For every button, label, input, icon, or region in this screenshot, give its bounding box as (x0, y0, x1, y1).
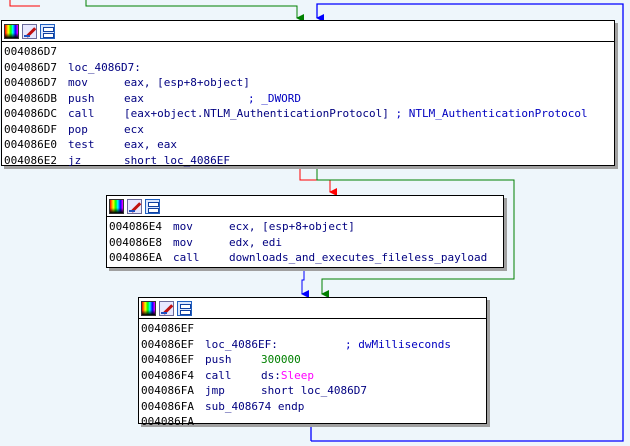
graph-icon[interactable] (145, 198, 160, 214)
address: 004086DF (4, 122, 57, 136)
api-name[interactable]: Sleep (281, 369, 314, 382)
comment: ; _DWORD (248, 91, 301, 105)
label[interactable]: loc_4086D7: (68, 61, 141, 74)
mnemonic: mov (173, 235, 193, 249)
operand[interactable]: short loc_4086D7 (261, 384, 367, 397)
address: 004086DC (4, 107, 57, 120)
operand[interactable]: [eax+object.NTLM_AuthenticationProtocol] (124, 107, 389, 120)
mnemonic: test (68, 138, 95, 151)
code-block-loc-4086ef[interactable]: 004086EF 004086EF loc_4086EF:; dwMillisec… (138, 297, 487, 428)
block-lines: 004086E4 mov ecx, [esp+8+object] 004086E8 m… (107, 217, 503, 266)
mnemonic: call (68, 107, 95, 120)
operand[interactable]: downloads_and_executes_fileless_payload (229, 251, 487, 264)
mnemonic: push (205, 353, 232, 366)
mnemonic: pop (68, 122, 88, 136)
mnemonic: call (205, 368, 232, 382)
edge-blue-fallthrough (301, 268, 309, 298)
operand[interactable]: ecx (124, 123, 144, 136)
block-titlebar (107, 196, 503, 217)
asm-line[interactable]: 004086E0 test eax, eax (4, 137, 614, 153)
comment: ; NTLM_AuthenticationProtocol (395, 107, 588, 120)
palette-icon[interactable] (4, 23, 19, 39)
mnemonic: push (68, 91, 95, 105)
address: 004086E2 (4, 153, 57, 167)
operand[interactable]: eax, eax (124, 138, 177, 151)
address: 004086D7 (4, 60, 57, 74)
mnemonic: call (173, 251, 200, 264)
mnemonic: mov (173, 220, 193, 233)
operand[interactable]: eax, [esp+8+object] (124, 76, 250, 89)
address: 004086F4 (141, 368, 194, 382)
asm-line[interactable]: 004086D7 loc_4086D7: (4, 60, 614, 76)
code-block-payload-call[interactable]: 004086E4 mov ecx, [esp+8+object] 004086E8 m… (106, 195, 504, 268)
asm-line[interactable]: 004086DB push eax; _DWORD (4, 91, 614, 107)
proc-end: sub_408674 endp (205, 399, 305, 413)
operand[interactable]: short loc_4086EF (124, 154, 230, 167)
palette-icon[interactable] (141, 300, 156, 316)
block-lines: 004086D7 004086D7 loc_4086D7: 004086D7 mov… (2, 42, 614, 168)
asm-line[interactable]: 004086E8 mov edx, edi (109, 235, 503, 251)
edge-red-incoming (9, 0, 40, 7)
asm-line[interactable]: 004086D7 mov eax, [esp+8+object] (4, 75, 614, 91)
palette-icon[interactable] (109, 198, 124, 214)
address: 004086EA (109, 251, 162, 264)
address: 004086FA (141, 399, 194, 413)
mnemonic: mov (68, 76, 88, 89)
block-titlebar (139, 298, 486, 319)
address: 004086E8 (109, 235, 162, 249)
address: 004086FA (141, 384, 194, 397)
asm-line[interactable]: 004086FA (141, 414, 486, 430)
asm-line[interactable]: 004086DF pop ecx (4, 122, 614, 138)
address: 004086E4 (109, 220, 162, 233)
edge-green-incoming (85, 0, 304, 22)
address: 004086D7 (4, 76, 57, 89)
comment: ; dwMilliseconds (345, 337, 451, 351)
mnemonic: jmp (205, 384, 225, 397)
asm-line[interactable]: 004086EF loc_4086EF:; dwMilliseconds (141, 337, 486, 353)
mnemonic: jz (68, 153, 82, 167)
asm-line[interactable]: 004086E2 jz short loc_4086EF (4, 153, 614, 169)
address: 004086EF (141, 353, 194, 366)
graph-icon[interactable] (177, 300, 192, 316)
graph-icon[interactable] (40, 23, 55, 39)
operand[interactable]: ecx, [esp+8+object] (229, 220, 355, 233)
rename-icon[interactable] (159, 300, 174, 316)
address: 004086EF (141, 322, 194, 335)
asm-line[interactable]: 004086D7 (4, 44, 614, 60)
asm-line[interactable]: 004086FA jmp short loc_4086D7 (141, 383, 486, 399)
asm-line[interactable]: 004086EF push 300000 (141, 352, 486, 368)
operand[interactable]: eax (124, 91, 248, 107)
address: 004086E0 (4, 138, 57, 151)
block-titlebar (2, 21, 614, 42)
address: 004086EF (141, 337, 194, 351)
code-block-loc-4086d7[interactable]: 004086D7 004086D7 loc_4086D7: 004086D7 mov… (1, 20, 615, 168)
rename-icon[interactable] (127, 198, 142, 214)
asm-line[interactable]: 004086E4 mov ecx, [esp+8+object] (109, 219, 503, 235)
asm-line[interactable]: 004086EF (141, 321, 486, 337)
operand[interactable]: edx, edi (229, 236, 282, 249)
asm-line[interactable]: 004086EA call downloads_and_executes_filel… (109, 250, 503, 266)
asm-line[interactable]: 004086FA sub_408674 endp (141, 399, 486, 415)
edge-red-false (299, 166, 337, 196)
label[interactable]: loc_4086EF: (205, 337, 345, 353)
rename-icon[interactable] (22, 23, 37, 39)
segment-prefix: ds: (261, 368, 281, 382)
asm-line[interactable]: 004086F4 call ds:Sleep (141, 368, 486, 384)
immediate-value: 300000 (261, 353, 301, 366)
asm-line[interactable]: 004086DC call [eax+object.NTLM_Authenticat… (4, 106, 614, 122)
block-lines: 004086EF 004086EF loc_4086EF:; dwMillisec… (139, 319, 486, 430)
address: 004086D7 (4, 45, 57, 58)
address: 004086DB (4, 91, 57, 105)
address: 004086FA (141, 415, 194, 428)
